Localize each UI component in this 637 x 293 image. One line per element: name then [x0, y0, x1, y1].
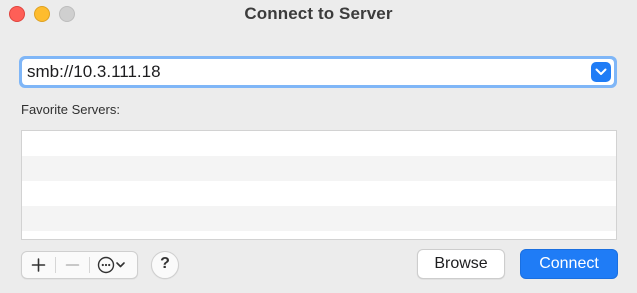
connect-button[interactable]: Connect [520, 249, 618, 279]
title-bar: Connect to Server [0, 0, 637, 30]
remove-favorite-button[interactable] [56, 252, 89, 278]
minus-icon [65, 264, 80, 266]
favorites-action-menu-button[interactable] [90, 252, 137, 278]
help-button[interactable]: ? [151, 251, 179, 279]
list-row[interactable] [22, 181, 616, 206]
recent-servers-dropdown-button[interactable] [591, 62, 611, 82]
favorites-segmented-control [21, 251, 138, 279]
window-title: Connect to Server [244, 4, 393, 23]
favorite-servers-label: Favorite Servers: [21, 102, 120, 117]
browse-button[interactable]: Browse [417, 249, 505, 279]
chevron-down-icon [595, 68, 607, 75]
favorite-servers-list[interactable] [21, 130, 617, 240]
server-address-field[interactable]: smb://10.3.111.18 [22, 59, 614, 85]
server-address-combo[interactable]: smb://10.3.111.18 [19, 56, 617, 88]
list-row[interactable] [22, 131, 616, 156]
list-row[interactable] [22, 206, 616, 231]
ellipsis-circle-icon [97, 256, 125, 274]
list-row[interactable] [22, 156, 616, 181]
help-label: ? [160, 255, 170, 272]
plus-icon [31, 258, 46, 272]
server-address-value[interactable]: smb://10.3.111.18 [27, 62, 161, 82]
connect-to-server-window: Connect to Server smb://10.3.111.18 Favo… [0, 0, 637, 293]
list-row[interactable] [22, 231, 616, 239]
add-favorite-button[interactable] [22, 252, 55, 278]
